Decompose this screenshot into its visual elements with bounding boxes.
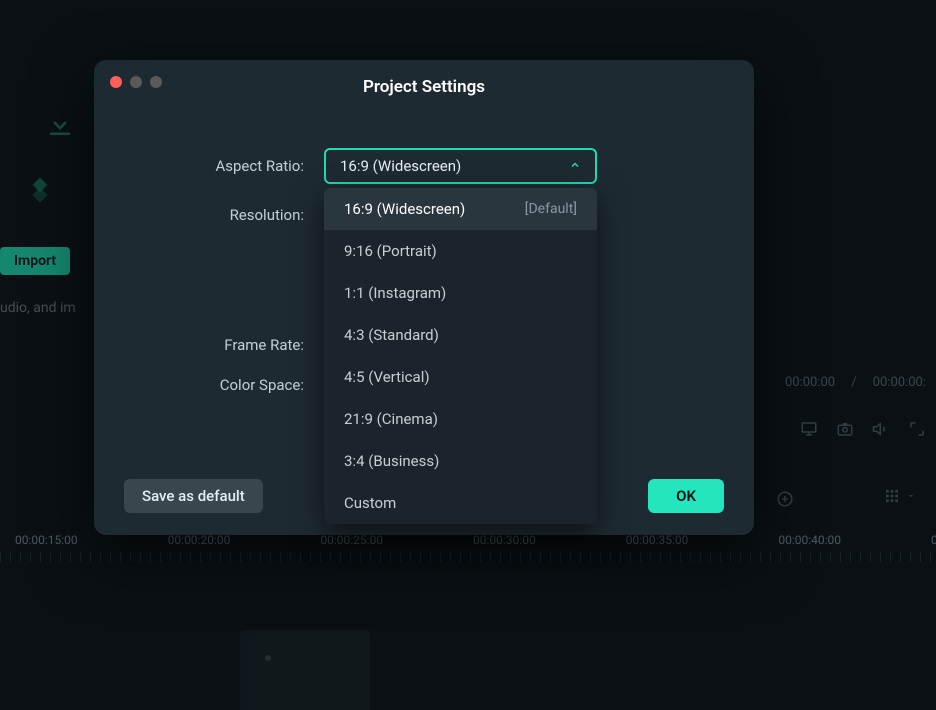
aspect-ratio-select[interactable]: 16:9 (Widescreen) — [324, 148, 597, 184]
monitor-icon[interactable] — [800, 420, 818, 438]
window-controls — [110, 76, 162, 88]
option-label: 4:5 (Vertical) — [344, 368, 430, 386]
aspect-ratio-menu: 16:9 (Widescreen) [Default] 9:16 (Portra… — [324, 188, 597, 524]
option-label: 21:9 (Cinema) — [344, 410, 438, 428]
timeline-mark: 00:00:25:00 — [320, 533, 383, 547]
app-logo-icon — [25, 175, 55, 205]
aspect-ratio-dropdown: 16:9 (Widescreen) 16:9 (Widescreen) [Def… — [324, 148, 597, 184]
chevron-down-icon — [906, 491, 916, 501]
option-label: 9:16 (Portrait) — [344, 242, 437, 260]
timecode-display: 00:00:00 / 00:00:00: — [785, 375, 926, 390]
minimize-window-icon[interactable] — [130, 76, 142, 88]
modal-titlebar: Project Settings — [94, 60, 754, 108]
volume-icon[interactable] — [872, 420, 890, 438]
camera-icon[interactable] — [836, 420, 854, 438]
timeline-mark: 00:00:45:00 — [931, 533, 936, 547]
timecode-current: 00:00:00 — [785, 375, 835, 390]
timeline-mark: 00:00:20:00 — [168, 533, 231, 547]
modal-title: Project Settings — [363, 77, 485, 97]
timeline-mark: 00:00:40:00 — [778, 533, 841, 547]
aspect-ratio-value: 16:9 (Widescreen) — [340, 157, 461, 175]
aspect-ratio-option-21-9[interactable]: 21:9 (Cinema) — [324, 398, 597, 440]
aspect-ratio-row: Aspect Ratio: 16:9 (Widescreen) 16:9 (Wi… — [124, 148, 724, 184]
aspect-ratio-label: Aspect Ratio: — [124, 157, 324, 175]
timeline-clip[interactable] — [240, 630, 370, 710]
view-grid-icon[interactable] — [884, 488, 916, 504]
color-space-label: Color Space: — [124, 376, 324, 394]
download-icon — [45, 110, 75, 140]
import-button[interactable]: Import — [0, 247, 70, 275]
expand-icon[interactable] — [908, 420, 926, 438]
aspect-ratio-option-9-16[interactable]: 9:16 (Portrait) — [324, 230, 597, 272]
frame-rate-label: Frame Rate: — [124, 336, 324, 354]
resolution-label: Resolution: — [124, 206, 324, 224]
aspect-ratio-option-4-3[interactable]: 4:3 (Standard) — [324, 314, 597, 356]
project-settings-modal: Project Settings Aspect Ratio: 16:9 (Wid… — [94, 60, 754, 535]
aspect-ratio-option-3-4[interactable]: 3:4 (Business) — [324, 440, 597, 482]
option-label: Custom — [344, 494, 396, 512]
aspect-ratio-option-1-1[interactable]: 1:1 (Instagram) — [324, 272, 597, 314]
modal-body: Aspect Ratio: 16:9 (Widescreen) 16:9 (Wi… — [94, 108, 754, 436]
ok-button[interactable]: OK — [648, 479, 724, 513]
chevron-up-icon — [569, 157, 581, 175]
timeline-mark: 00:00:35:00 — [626, 533, 689, 547]
background-hint-text: udio, and im — [0, 300, 76, 316]
option-label: 3:4 (Business) — [344, 452, 439, 470]
preview-toolbar — [800, 420, 926, 438]
close-window-icon[interactable] — [110, 76, 122, 88]
aspect-ratio-option-16-9[interactable]: 16:9 (Widescreen) [Default] — [324, 188, 597, 230]
save-as-default-button[interactable]: Save as default — [124, 479, 263, 513]
timecode-separator: / — [851, 375, 856, 390]
timeline-mark: 00:00:30:00 — [473, 533, 536, 547]
option-label: 4:3 (Standard) — [344, 326, 439, 344]
maximize-window-icon[interactable] — [150, 76, 162, 88]
timeline-ticks — [0, 552, 936, 562]
option-label: 1:1 (Instagram) — [344, 284, 446, 302]
timecode-total: 00:00:00: — [873, 375, 926, 390]
aspect-ratio-option-4-5[interactable]: 4:5 (Vertical) — [324, 356, 597, 398]
option-label: 16:9 (Widescreen) — [344, 200, 465, 218]
add-track-icon[interactable] — [776, 490, 794, 512]
timeline-mark: 00:00:15:00 — [15, 533, 78, 547]
default-tag: [Default] — [525, 201, 577, 217]
aspect-ratio-option-custom[interactable]: Custom — [324, 482, 597, 524]
